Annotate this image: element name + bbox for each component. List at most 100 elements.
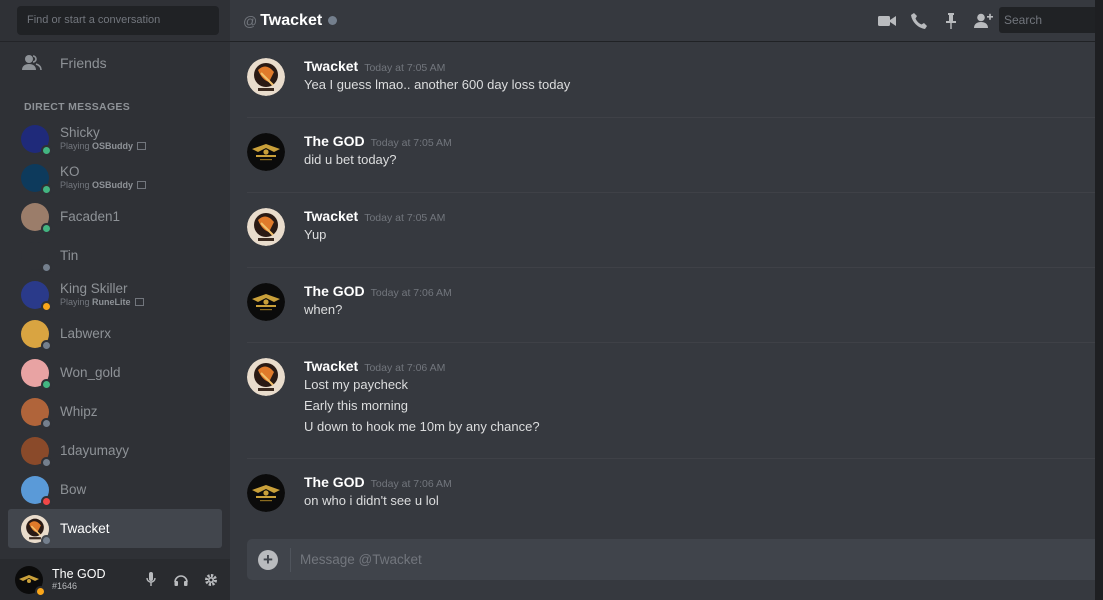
friends-nav-item[interactable]: Friends xyxy=(8,42,222,84)
status-dot-online xyxy=(41,183,52,195)
message-avatar-wrap[interactable] xyxy=(247,58,285,96)
message-text: when? xyxy=(304,302,343,317)
message-author[interactable]: The GOD xyxy=(304,283,365,299)
user-avatar-wrap[interactable] xyxy=(15,565,46,597)
dm-avatar-wrap xyxy=(21,280,52,312)
attach-plus-icon[interactable]: + xyxy=(258,549,278,570)
guitar-avatar xyxy=(247,58,285,96)
message-text: Yup xyxy=(304,227,327,242)
message-text: Lost my paycheck xyxy=(304,377,409,392)
activity-game: RuneLite xyxy=(92,297,131,307)
dm-name: Labwerx xyxy=(60,325,112,341)
dm-avatar-wrap xyxy=(21,163,52,195)
guitar-avatar xyxy=(247,208,285,246)
dm-item-king-skiller[interactable]: King Skiller Playing RuneLite xyxy=(8,275,222,314)
dm-item-shicky[interactable]: Shicky Playing OSBuddy xyxy=(8,119,222,158)
dm-item-labwerx[interactable]: Labwerx xyxy=(8,314,222,353)
status-dot-online xyxy=(41,378,52,390)
dm-list: Shicky Playing OSBuddy KO Playing OSBuddy Fa… xyxy=(0,119,230,548)
message-avatar-wrap[interactable] xyxy=(247,208,285,246)
recipient-status-dot xyxy=(328,16,338,25)
message-composer[interactable]: + Message @Twacket xyxy=(247,539,1103,580)
message-avatar-wrap[interactable] xyxy=(247,133,285,171)
message-timestamp: Today at 7:05 AM xyxy=(364,212,446,224)
dm-avatar-wrap xyxy=(21,397,52,429)
guitar-avatar xyxy=(247,358,285,396)
message-group: Twacket Today at 7:05 AM Yea I guess lmao.… xyxy=(247,43,1103,118)
friends-label: Friends xyxy=(60,55,107,71)
pin-icon[interactable] xyxy=(941,11,961,31)
chat-area: @ Twacket Search Twacket Today at 7:05 AM… xyxy=(230,0,1103,600)
dm-avatar-wrap xyxy=(21,319,52,351)
dm-name: Tin xyxy=(60,247,79,263)
dm-search-input[interactable]: Find or start a conversation xyxy=(17,6,219,35)
dm-item-facaden1[interactable]: Facaden1 xyxy=(8,197,222,236)
dm-item-bow[interactable]: Bow xyxy=(8,470,222,509)
status-dot-offline xyxy=(41,339,52,351)
activity-prefix: Playing xyxy=(60,180,90,190)
game-icon xyxy=(137,181,147,189)
dm-activity: Playing RuneLite xyxy=(60,297,144,308)
dm-item-won-gold[interactable]: Won_gold xyxy=(8,353,222,392)
activity-prefix: Playing xyxy=(60,297,90,307)
message-author[interactable]: Twacket xyxy=(304,358,358,374)
golden-wings-avatar xyxy=(247,474,285,512)
status-dot-offline xyxy=(41,456,52,468)
message-group: The GOD Today at 7:05 AM did u bet today? xyxy=(247,118,1103,193)
dm-avatar-wrap xyxy=(21,202,52,234)
message-text: on who i didn't see u lol xyxy=(304,493,439,508)
voice-call-icon[interactable] xyxy=(909,11,929,31)
golden-wings-avatar xyxy=(247,283,285,321)
message-list: Twacket Today at 7:05 AM Yea I guess lmao.… xyxy=(230,43,1103,520)
activity-prefix: Playing xyxy=(60,141,90,151)
window-edge xyxy=(1095,0,1103,600)
dm-item-twacket[interactable]: Twacket xyxy=(8,509,222,548)
message-text: U down to hook me 10m by any chance? xyxy=(304,419,540,434)
message-text: Early this morning xyxy=(304,398,409,413)
dm-sidebar: Find or start a conversation Friends Dir… xyxy=(0,0,230,600)
message-timestamp: Today at 7:06 AM xyxy=(364,362,446,374)
message-input[interactable]: Message @Twacket xyxy=(300,552,422,567)
message-avatar-wrap[interactable] xyxy=(247,474,285,512)
message-author[interactable]: Twacket xyxy=(304,208,358,224)
activity-game: OSBuddy xyxy=(92,141,134,151)
dm-name: Facaden1 xyxy=(60,208,121,224)
header-search-input[interactable]: Search xyxy=(999,7,1103,33)
status-dot-offline xyxy=(41,534,52,546)
status-dot-online xyxy=(41,222,52,234)
dm-item-tin[interactable]: Tin xyxy=(8,236,222,275)
dm-item-whipz[interactable]: Whipz xyxy=(8,392,222,431)
message-timestamp: Today at 7:05 AM xyxy=(370,137,452,149)
dm-name: Whipz xyxy=(60,403,98,419)
microphone-icon[interactable] xyxy=(144,572,158,588)
message-text: did u bet today? xyxy=(304,152,397,167)
message-avatar-wrap[interactable] xyxy=(247,283,285,321)
message-header: The GOD Today at 7:06 AM xyxy=(247,283,1103,299)
message-author[interactable]: Twacket xyxy=(304,58,358,74)
status-dot-offline xyxy=(41,261,52,273)
message-text: Yea I guess lmao.. another 600 day loss … xyxy=(304,77,571,92)
game-icon xyxy=(134,298,144,306)
user-name: The GOD xyxy=(52,567,106,581)
dm-search-container: Find or start a conversation xyxy=(0,0,230,42)
message-author[interactable]: The GOD xyxy=(304,474,365,490)
user-status-dot xyxy=(35,585,46,597)
dm-name: 1dayumayy xyxy=(60,442,130,458)
headphones-icon[interactable] xyxy=(174,572,188,588)
dm-name: King Skiller xyxy=(60,281,128,296)
settings-gear-icon[interactable] xyxy=(204,572,218,588)
message-author[interactable]: The GOD xyxy=(304,133,365,149)
activity-game: OSBuddy xyxy=(92,180,134,190)
dm-item-1dayumayy[interactable]: 1dayumayy xyxy=(8,431,222,470)
video-call-icon[interactable] xyxy=(877,11,897,31)
add-friend-icon[interactable] xyxy=(973,11,993,31)
game-icon xyxy=(137,142,147,150)
message-timestamp: Today at 7:05 AM xyxy=(364,62,446,74)
dm-item-ko[interactable]: KO Playing OSBuddy xyxy=(8,158,222,197)
dm-name: Bow xyxy=(60,481,87,497)
composer-divider xyxy=(290,547,291,572)
status-dot-dnd xyxy=(41,495,52,507)
message-group: The GOD Today at 7:06 AM when? xyxy=(247,268,1103,343)
message-group: Twacket Today at 7:05 AM Yup xyxy=(247,193,1103,268)
message-avatar-wrap[interactable] xyxy=(247,358,285,396)
